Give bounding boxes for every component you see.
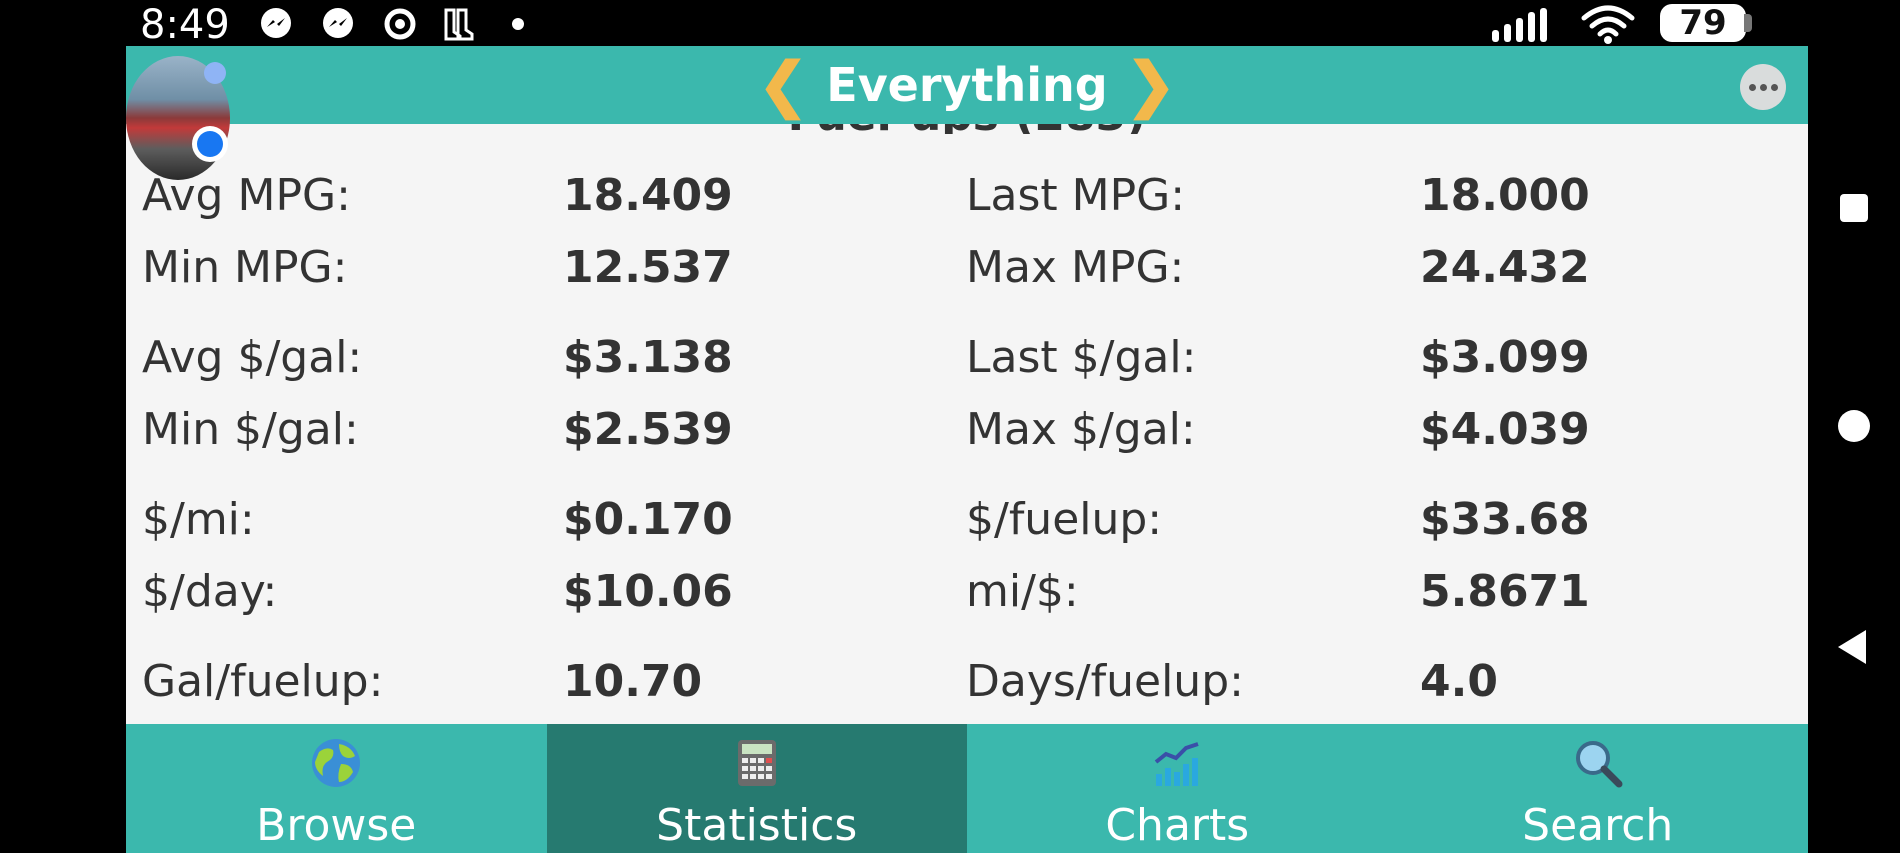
home-button[interactable] <box>1838 410 1870 442</box>
chart-icon <box>1155 742 1199 786</box>
messenger-icon <box>323 8 353 38</box>
vehicle-switcher: ❮ Everything ❯ <box>126 46 1808 124</box>
stat-label: Min $/gal: <box>142 404 359 455</box>
messenger-icon <box>261 8 291 38</box>
next-vehicle-button[interactable]: ❯ <box>1126 55 1176 115</box>
stat-label: $/day: <box>142 566 278 617</box>
bottom-navigation: Browse Statistics Charts Search <box>126 724 1808 853</box>
messenger-chat-head[interactable] <box>126 56 230 180</box>
wifi-icon <box>1581 5 1635 44</box>
tab-label: Statistics <box>656 800 858 851</box>
unread-dot <box>204 62 226 84</box>
recents-button[interactable] <box>1840 194 1868 222</box>
stat-value: 12.537 <box>563 242 733 293</box>
battery-tip <box>1744 14 1752 32</box>
stats-row: $/mi: $0.170 $/fuelup: $33.68 <box>126 494 1808 554</box>
stat-value: $0.170 <box>563 494 733 545</box>
tab-label: Charts <box>1105 800 1250 851</box>
stat-value: $3.099 <box>1420 332 1590 383</box>
boots-icon <box>444 8 474 41</box>
stats-row: Min $/gal: $2.539 Max $/gal: $4.039 <box>126 404 1808 464</box>
battery-indicator: 79 <box>1660 3 1746 43</box>
overflow-menu-button[interactable] <box>1740 64 1786 110</box>
stat-value: 18.409 <box>563 170 733 221</box>
magnifier-icon <box>1575 741 1623 788</box>
tab-label: Search <box>1522 800 1674 851</box>
stat-label: mi/$: <box>966 566 1079 617</box>
chrome-icon <box>384 8 416 40</box>
stats-row: Avg MPG: 18.409 Last MPG: 18.000 <box>126 170 1808 230</box>
stat-value: $10.06 <box>563 566 733 617</box>
stat-value: $4.039 <box>1420 404 1590 455</box>
stat-label: Days/fuelup: <box>966 656 1244 707</box>
back-button[interactable] <box>1838 630 1866 664</box>
messenger-badge-icon <box>192 126 228 162</box>
stat-label: Max $/gal: <box>966 404 1196 455</box>
stats-row: Min MPG: 12.537 Max MPG: 24.432 <box>126 242 1808 302</box>
stats-row: $/day: $10.06 mi/$: 5.8671 <box>126 566 1808 626</box>
app-window: Fuel-ups (283) Avg MPG: 18.409 Last MPG:… <box>126 46 1808 853</box>
tab-statistics[interactable]: Statistics <box>546 724 967 853</box>
stat-value: 5.8671 <box>1420 566 1590 617</box>
stat-label: Last $/gal: <box>966 332 1197 383</box>
stat-label: $/mi: <box>142 494 255 545</box>
stat-value: $3.138 <box>563 332 733 383</box>
status-bar: 8:49 79 <box>0 0 1900 48</box>
more-icon <box>1748 83 1756 91</box>
page-title[interactable]: Everything <box>826 58 1107 112</box>
stats-row: Gal/fuelup: 10.70 Days/fuelup: 4.0 <box>126 656 1808 716</box>
stat-label: Gal/fuelup: <box>142 656 384 707</box>
top-app-bar: ❮ Everything ❯ <box>126 46 1808 124</box>
stat-label: Max MPG: <box>966 242 1185 293</box>
stat-label: Last MPG: <box>966 170 1186 221</box>
calculator-icon <box>737 740 776 786</box>
signal-icon <box>1492 8 1547 42</box>
clock: 8:49 <box>140 2 230 48</box>
stat-label: Min MPG: <box>142 242 348 293</box>
stat-value: $33.68 <box>1420 494 1590 545</box>
stat-value: 4.0 <box>1420 656 1498 707</box>
stat-label: $/fuelup: <box>966 494 1163 545</box>
stat-value: 10.70 <box>563 656 703 707</box>
stat-value: $2.539 <box>563 404 733 455</box>
tab-charts[interactable]: Charts <box>967 724 1388 853</box>
stat-label: Avg $/gal: <box>142 332 363 383</box>
stat-value: 24.432 <box>1420 242 1590 293</box>
prev-vehicle-button[interactable]: ❮ <box>758 55 808 115</box>
notification-dot <box>512 18 524 30</box>
tab-browse[interactable]: Browse <box>126 724 547 853</box>
stat-value: 18.000 <box>1420 170 1590 221</box>
stats-row: Avg $/gal: $3.138 Last $/gal: $3.099 <box>126 332 1808 392</box>
tab-search[interactable]: Search <box>1388 724 1809 853</box>
tab-label: Browse <box>256 800 417 851</box>
globe-icon <box>312 739 361 787</box>
